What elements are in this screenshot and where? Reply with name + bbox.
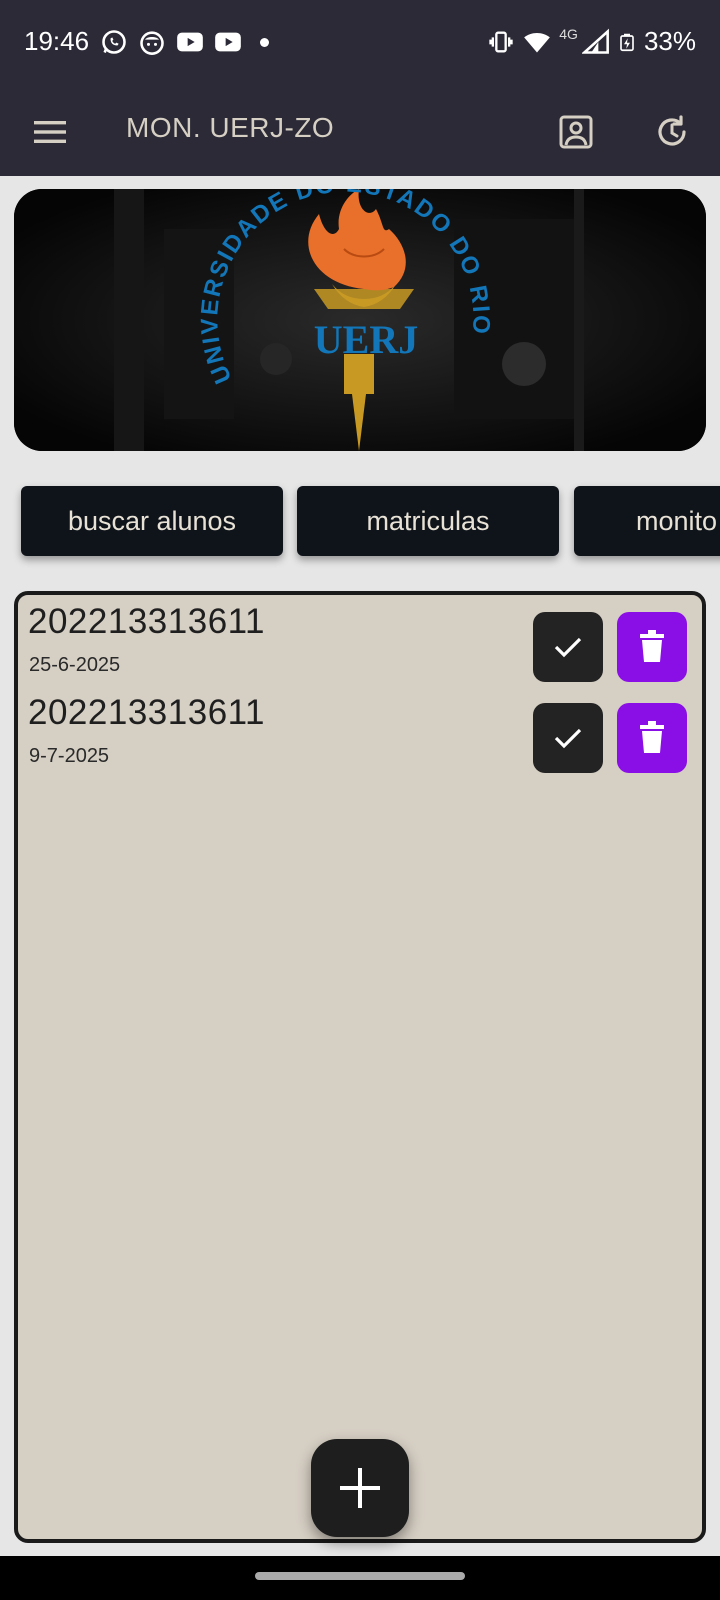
refresh-icon (658, 115, 686, 146)
item-date: 9-7-2025 (29, 745, 110, 767)
item-id: 202213313611 (28, 693, 265, 732)
youtube-icon (177, 32, 203, 52)
refresh-button[interactable] (648, 108, 696, 156)
vibrate-icon (489, 31, 513, 52)
list-item: 202213313611 25-6-2025 (18, 600, 702, 684)
add-button[interactable] (311, 1439, 409, 1537)
list-item: 202213313611 9-7-2025 (18, 691, 702, 775)
plus-icon (340, 1468, 380, 1508)
banner-image: UERJ UNIVERSIDADE DO ESTADO DO RIO DE JA… (14, 189, 706, 451)
menu-icon (34, 121, 66, 143)
youtube-icon (215, 32, 241, 52)
wifi-icon (524, 32, 551, 52)
app-title: MON. UERJ-ZO (126, 112, 335, 143)
confirm-button[interactable] (533, 703, 603, 773)
dot-icon (260, 37, 269, 47)
home-indicator[interactable] (255, 1572, 465, 1580)
delete-button[interactable] (617, 703, 687, 773)
face-icon (140, 31, 164, 55)
tab-monitores[interactable]: monito (574, 486, 720, 556)
battery-charging-icon (620, 33, 634, 51)
status-bar: 19:46 4G 33% (0, 0, 720, 88)
signal-icon (581, 28, 609, 54)
battery-percent: 33% (643, 26, 696, 56)
list-panel: 202213313611 25-6-2025 202213313611 9-7-… (14, 591, 706, 1543)
trash-icon (640, 630, 664, 662)
logo-mid-text: UERJ (314, 317, 418, 362)
profile-icon (559, 115, 593, 149)
item-id: 202213313611 (28, 602, 265, 641)
network-label: 4G (559, 25, 578, 42)
whatsapp-icon (102, 30, 126, 54)
profile-button[interactable] (552, 108, 600, 156)
app-bar: MON. UERJ-ZO (0, 88, 720, 176)
navigation-bar (0, 1556, 720, 1600)
trash-icon (640, 721, 664, 753)
tab-matriculas[interactable]: matriculas (297, 486, 559, 556)
confirm-button[interactable] (533, 612, 603, 682)
tabs-row: buscar alunos matriculas monito (0, 478, 720, 578)
menu-button[interactable] (28, 110, 72, 154)
tab-buscar-alunos[interactable]: buscar alunos (21, 486, 283, 556)
notification-icons (100, 28, 269, 56)
status-time: 19:46 (24, 26, 90, 56)
delete-button[interactable] (617, 612, 687, 682)
check-icon (554, 637, 582, 658)
check-icon (554, 728, 582, 749)
system-icons: 4G 33% (487, 26, 696, 57)
item-date: 25-6-2025 (29, 654, 121, 676)
uerj-logo: UERJ UNIVERSIDADE DO ESTADO DO RIO DE JA… (14, 189, 706, 451)
